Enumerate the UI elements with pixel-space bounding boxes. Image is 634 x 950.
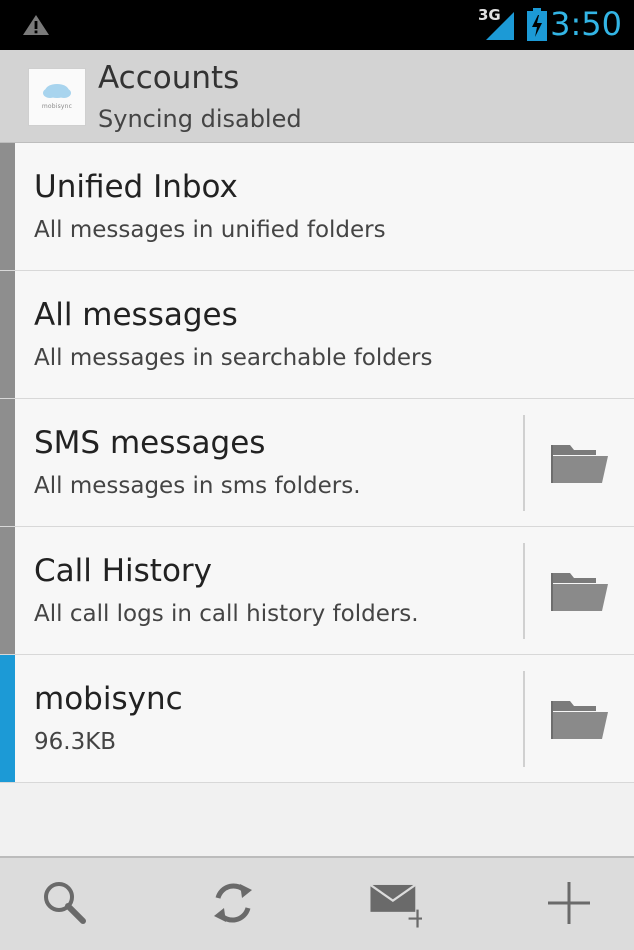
logo-label: mobisync [41, 103, 73, 110]
account-header[interactable]: mobisync [0, 50, 634, 143]
cloud-icon [43, 84, 71, 98]
row-divider [523, 415, 525, 511]
row-accent [0, 399, 15, 526]
search-icon [44, 882, 86, 924]
app-screen: 3G 3:50 mobisync Accounts Syncing disabl… [0, 0, 634, 950]
open-folders-button[interactable] [526, 399, 634, 526]
folder-subtitle: All messages in unified folders [34, 217, 386, 243]
folder-title: mobisync [34, 681, 183, 717]
signal-icon [486, 12, 514, 40]
folder-title: Unified Inbox [34, 169, 238, 205]
clock: 3:50 [550, 5, 622, 43]
folder-subtitle: All call logs in call history folders. [34, 601, 419, 627]
row-divider [523, 671, 525, 767]
open-folders-button[interactable] [526, 655, 634, 782]
folder-title: SMS messages [34, 425, 266, 461]
page-title: Accounts [98, 60, 240, 96]
row-accent [0, 143, 15, 270]
row-accent-active [0, 655, 15, 782]
folder-size: 96.3KB [34, 729, 117, 755]
folder-item-sms-messages[interactable]: SMS messages All messages in sms folders… [0, 399, 634, 527]
compose-icon [369, 884, 422, 928]
row-accent [0, 527, 15, 654]
refresh-icon [214, 883, 252, 923]
folder-item-unified-inbox[interactable]: Unified Inbox All messages in unified fo… [0, 143, 634, 271]
folder-title: Call History [34, 553, 213, 589]
folder-title: All messages [34, 297, 238, 333]
folder-icon [551, 701, 608, 739]
status-bar: 3G 3:50 [0, 0, 634, 50]
account-logo: mobisync [28, 68, 86, 126]
compose-button[interactable] [330, 858, 450, 950]
folder-item-mobisync[interactable]: mobisync 96.3KB [0, 655, 634, 783]
warning-icon [23, 15, 49, 35]
row-accent [0, 271, 15, 398]
row-divider [523, 543, 525, 639]
folder-item-call-history[interactable]: Call History All call logs in call histo… [0, 527, 634, 655]
folder-icon [551, 573, 608, 611]
sync-status: Syncing disabled [98, 105, 302, 133]
folder-list: Unified Inbox All messages in unified fo… [0, 143, 634, 783]
bottom-action-bar [0, 856, 634, 950]
search-button[interactable] [4, 858, 124, 950]
folder-icon [551, 445, 608, 483]
folder-subtitle: All messages in sms folders. [34, 473, 361, 499]
folder-subtitle: All messages in searchable folders [34, 345, 433, 371]
battery-charging-icon [527, 8, 547, 41]
open-folders-button[interactable] [526, 527, 634, 654]
folder-item-all-messages[interactable]: All messages All messages in searchable … [0, 271, 634, 399]
add-account-button[interactable] [508, 858, 628, 950]
add-icon [548, 882, 590, 924]
refresh-button[interactable] [172, 858, 292, 950]
